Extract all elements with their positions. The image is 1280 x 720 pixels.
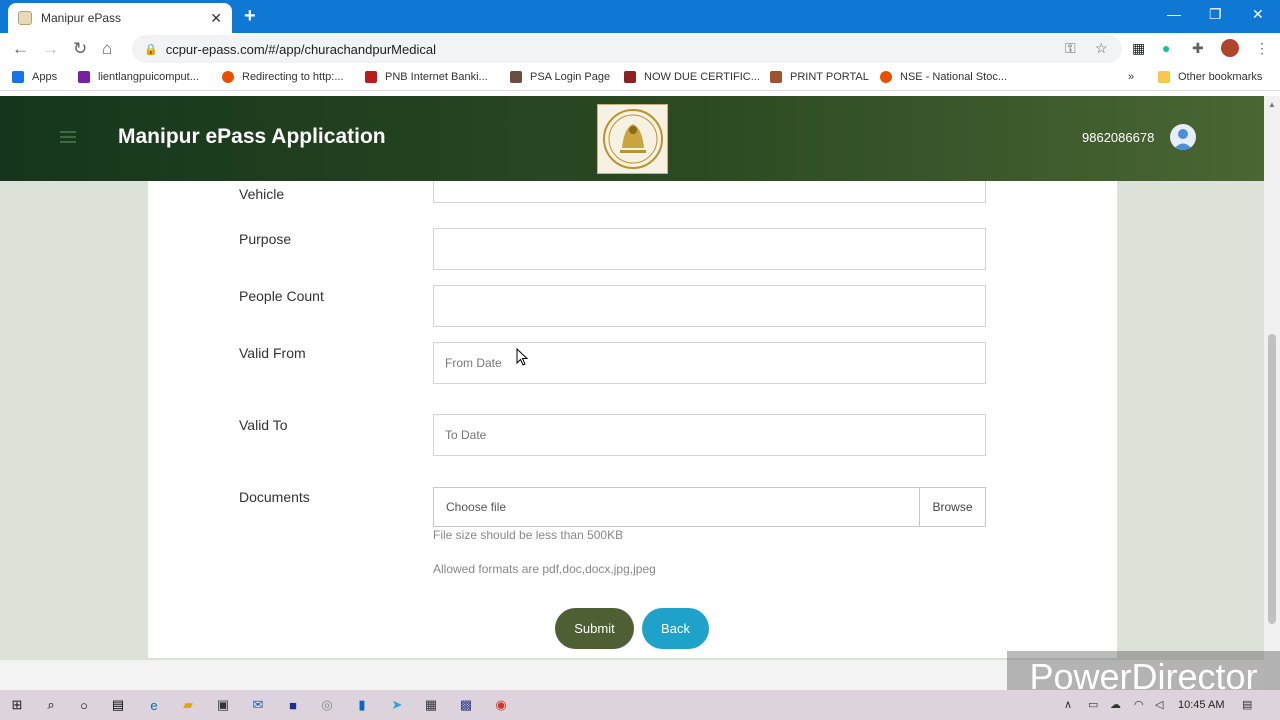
extension-tab-icon[interactable]: ▦ bbox=[1132, 40, 1145, 57]
windows-taskbar: ⊞ ⌕ ○ ▤ e ▰ ▣ ✉ ■ ◎ ▮ ➤ ▦ ▩ ◉ ∧ ▭ ☁ ◠ ◁ … bbox=[0, 690, 1280, 720]
grammarly-icon[interactable]: ● bbox=[1162, 40, 1170, 56]
mouse-cursor-icon bbox=[516, 347, 529, 371]
bookmark-item[interactable]: NSE - National Stoc... bbox=[880, 71, 1007, 83]
valid-from-label: Valid From bbox=[239, 345, 306, 361]
reload-icon[interactable]: ↻ bbox=[73, 39, 87, 59]
notification-icon[interactable]: ▤ bbox=[1242, 698, 1252, 711]
certificate-icon bbox=[624, 71, 636, 83]
browse-button[interactable]: Browse bbox=[919, 488, 985, 526]
pnb-icon bbox=[365, 71, 377, 83]
purpose-label: Purpose bbox=[239, 231, 292, 247]
bookmark-item[interactable]: PSA Login Page bbox=[510, 71, 610, 83]
back-button[interactable]: Back bbox=[642, 608, 709, 649]
volume-icon[interactable]: ◁ bbox=[1155, 698, 1163, 711]
submit-button[interactable]: Submit bbox=[555, 608, 634, 649]
close-window-icon[interactable]: ✕ bbox=[1252, 6, 1264, 23]
new-tab-icon[interactable]: + bbox=[244, 5, 256, 28]
people-count-input[interactable] bbox=[433, 285, 986, 327]
edge-icon[interactable]: e bbox=[145, 696, 163, 714]
more-bookmarks-icon[interactable]: » bbox=[1128, 71, 1134, 83]
battery-icon[interactable]: ▭ bbox=[1088, 698, 1098, 711]
bookmark-star-icon[interactable]: ☆ bbox=[1095, 40, 1108, 57]
apps-grid-icon bbox=[12, 71, 24, 83]
manipur-emblem-logo bbox=[597, 104, 668, 174]
vehicle-input[interactable] bbox=[433, 181, 986, 203]
site-favicon-icon bbox=[18, 11, 32, 25]
psa-icon bbox=[510, 71, 522, 83]
choose-file-label[interactable]: Choose file bbox=[434, 488, 919, 526]
mail-app-icon[interactable]: ✉ bbox=[249, 696, 267, 714]
bookmark-item[interactable]: NOW DUE CERTIFIC... bbox=[624, 71, 760, 83]
back-arrow-icon[interactable]: ← bbox=[12, 39, 29, 59]
document-file-input[interactable]: Choose file Browse bbox=[433, 487, 986, 527]
photoshop-icon[interactable]: ■ bbox=[284, 696, 302, 714]
file-explorer-icon[interactable]: ▰ bbox=[179, 696, 197, 714]
powerdirector-app-icon[interactable]: ▩ bbox=[457, 696, 475, 714]
forward-arrow-icon[interactable]: → bbox=[42, 39, 59, 59]
task-view-icon[interactable]: ▤ bbox=[109, 696, 127, 714]
telegram-icon[interactable]: ➤ bbox=[388, 696, 406, 714]
address-bar[interactable]: 🔒 ccpur-epass.com/#/app/churachandpurMed… bbox=[132, 35, 1122, 63]
app-icon[interactable]: ◎ bbox=[318, 696, 336, 714]
bookmark-item[interactable]: Redirecting to http:... bbox=[222, 71, 344, 83]
file-size-hint: File size should be less than 500KB bbox=[433, 528, 624, 542]
wifi-icon[interactable]: ◠ bbox=[1134, 698, 1144, 711]
app-header: Manipur ePass Application 9862086678 bbox=[0, 96, 1264, 181]
redirect-icon bbox=[222, 71, 234, 83]
nse-icon bbox=[880, 71, 892, 83]
user-phone-number: 9862086678 bbox=[1082, 130, 1155, 145]
restore-icon[interactable]: ❐ bbox=[1209, 6, 1222, 23]
documents-label: Documents bbox=[239, 489, 310, 505]
browser-tab[interactable]: Manipur ePass ✕ bbox=[8, 3, 232, 33]
chrome-menu-icon[interactable]: ⋮ bbox=[1255, 40, 1269, 57]
file-format-hint: Allowed formats are pdf,doc,docx,jpg,jpe… bbox=[433, 562, 656, 576]
scrollbar-thumb[interactable] bbox=[1268, 334, 1276, 624]
tab-title: Manipur ePass bbox=[41, 11, 122, 25]
profile-avatar-icon[interactable] bbox=[1221, 39, 1239, 57]
folder-icon bbox=[1158, 71, 1170, 83]
store-icon[interactable]: ▣ bbox=[214, 696, 232, 714]
chrome-icon[interactable]: ◉ bbox=[492, 696, 510, 714]
vehicle-label: Vehicle bbox=[239, 186, 285, 202]
extensions-puzzle-icon[interactable]: ✚ bbox=[1192, 40, 1204, 57]
menu-icon[interactable] bbox=[60, 131, 76, 143]
valid-to-label: Valid To bbox=[239, 417, 288, 433]
mail-icon bbox=[78, 71, 90, 83]
key-icon[interactable]: ⚿ bbox=[1065, 40, 1076, 57]
bookmark-item[interactable]: lientlangpuicomput... bbox=[78, 71, 199, 83]
user-avatar-icon[interactable] bbox=[1170, 124, 1196, 150]
tray-chevron-icon[interactable]: ∧ bbox=[1064, 698, 1072, 711]
home-icon[interactable]: ⌂ bbox=[102, 39, 112, 59]
windows-start-icon[interactable]: ⊞ bbox=[8, 696, 26, 714]
taskbar-clock[interactable]: 10:45 AM bbox=[1178, 699, 1224, 711]
cortana-icon[interactable]: ○ bbox=[75, 696, 93, 714]
minimize-icon[interactable]: — bbox=[1167, 6, 1181, 22]
search-icon[interactable]: ⌕ bbox=[42, 696, 60, 714]
other-bookmarks[interactable]: Other bookmarks bbox=[1158, 71, 1262, 83]
bookmark-item[interactable]: PNB Internet Banki... bbox=[365, 71, 488, 83]
app-icon[interactable]: ▮ bbox=[353, 696, 371, 714]
valid-to-date-input[interactable]: To Date bbox=[433, 414, 986, 456]
url-text: ccpur-epass.com/#/app/churachandpurMedic… bbox=[165, 41, 436, 57]
calculator-icon[interactable]: ▦ bbox=[422, 696, 440, 714]
portal-icon bbox=[770, 71, 782, 83]
bookmarks-bar: Apps lientlangpuicomput... Redirecting t… bbox=[0, 65, 1280, 91]
people-count-label: People Count bbox=[239, 288, 324, 304]
lock-icon: 🔒 bbox=[144, 43, 158, 56]
purpose-input[interactable] bbox=[433, 228, 986, 270]
onedrive-icon[interactable]: ☁ bbox=[1110, 698, 1121, 711]
page-scrollbar[interactable]: ▲ bbox=[1264, 96, 1280, 690]
app-title: Manipur ePass Application bbox=[118, 125, 386, 148]
scroll-up-arrow-icon[interactable]: ▲ bbox=[1268, 100, 1276, 109]
bookmark-item[interactable]: PRINT PORTAL bbox=[770, 71, 869, 83]
bookmark-apps[interactable]: Apps bbox=[12, 71, 57, 83]
browser-toolbar: ← → ↻ ⌂ 🔒 ccpur-epass.com/#/app/churacha… bbox=[0, 33, 1280, 65]
close-tab-icon[interactable]: ✕ bbox=[210, 10, 222, 27]
browser-tab-strip: Manipur ePass ✕ + — ❐ ✕ bbox=[0, 0, 1280, 33]
